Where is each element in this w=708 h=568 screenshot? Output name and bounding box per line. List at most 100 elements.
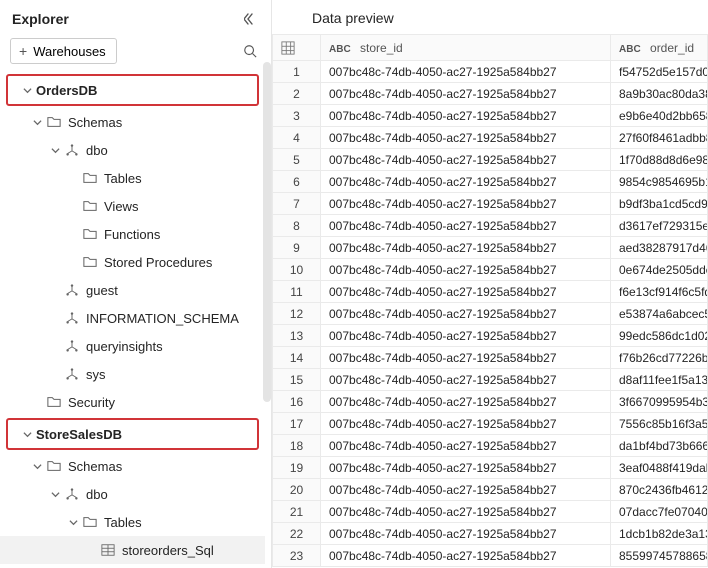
tree-db-node[interactable]: OrdersDB	[8, 76, 257, 104]
tree-node[interactable]: Security	[0, 388, 265, 416]
table-row[interactable]: 3007bc48c-74db-4050-ac27-1925a584bb27e9b…	[273, 105, 708, 127]
cell-store-id: 007bc48c-74db-4050-ac27-1925a584bb27	[321, 215, 611, 237]
tree-node[interactable]: storeorders_Sql	[0, 536, 265, 564]
table-row[interactable]: 22007bc48c-74db-4050-ac27-1925a584bb271d…	[273, 523, 708, 545]
table-row[interactable]: 12007bc48c-74db-4050-ac27-1925a584bb27e5…	[273, 303, 708, 325]
table-row[interactable]: 17007bc48c-74db-4050-ac27-1925a584bb2775…	[273, 413, 708, 435]
object-tree[interactable]: OrdersDBSchemasdboTablesViewsFunctionsSt…	[0, 72, 271, 568]
table-row[interactable]: 9007bc48c-74db-4050-ac27-1925a584bb27aed…	[273, 237, 708, 259]
cell-store-id: 007bc48c-74db-4050-ac27-1925a584bb27	[321, 127, 611, 149]
cell-order-id: 07dacc7fe07040f20	[611, 501, 708, 523]
tree-node[interactable]: Schemas	[0, 452, 265, 480]
tree-node[interactable]: queryinsights	[0, 332, 265, 360]
cell-order-id: 8a9b30ac80da3860	[611, 83, 708, 105]
search-button[interactable]	[239, 40, 261, 62]
cell-order-id: e9b6e40d2bb65861	[611, 105, 708, 127]
tree-node[interactable]: Schemas	[0, 108, 265, 136]
tree-node[interactable]: INFORMATION_SCHEMA	[0, 304, 265, 332]
tree-node[interactable]: Tables	[0, 164, 265, 192]
folder-icon	[82, 226, 98, 242]
tree-node-label: queryinsights	[86, 339, 163, 354]
folder-icon	[82, 198, 98, 214]
tree-node[interactable]: Stored Procedures	[0, 248, 265, 276]
explorer-scrollbar[interactable]	[263, 62, 271, 402]
cell-store-id: 007bc48c-74db-4050-ac27-1925a584bb27	[321, 435, 611, 457]
cell-order-id: f6e13cf914f6c5fdc	[611, 281, 708, 303]
cell-order-id: 8559974578865805	[611, 545, 708, 567]
tree-node-label: Views	[104, 199, 138, 214]
table-row[interactable]: 6007bc48c-74db-4050-ac27-1925a584bb27985…	[273, 171, 708, 193]
table-row[interactable]: 10007bc48c-74db-4050-ac27-1925a584bb270e…	[273, 259, 708, 281]
row-number-cell: 16	[273, 391, 321, 413]
collapse-explorer-button[interactable]	[241, 10, 259, 28]
explorer-panel: Explorer + Warehouses OrdersDB Schemas dbo…	[0, 0, 272, 568]
tree-node[interactable]: guest	[0, 276, 265, 304]
tree-node-label: Tables	[104, 171, 142, 186]
table-row[interactable]: 15007bc48c-74db-4050-ac27-1925a584bb27d8…	[273, 369, 708, 391]
folder-icon	[46, 458, 62, 474]
tree-node[interactable]: Tables	[0, 508, 265, 536]
cell-order-id: f54752d5e157d03f	[611, 61, 708, 83]
chevron-down-icon[interactable]	[20, 83, 34, 97]
table-row[interactable]: 7007bc48c-74db-4050-ac27-1925a584bb27b9d…	[273, 193, 708, 215]
schema-icon	[64, 366, 80, 382]
table-row[interactable]: 1007bc48c-74db-4050-ac27-1925a584bb27f54…	[273, 61, 708, 83]
chevron-down-icon[interactable]	[30, 115, 44, 129]
cell-order-id: d8af11fee1f5a13bf	[611, 369, 708, 391]
table-row[interactable]: 14007bc48c-74db-4050-ac27-1925a584bb27f7…	[273, 347, 708, 369]
table-row[interactable]: 20007bc48c-74db-4050-ac27-1925a584bb2787…	[273, 479, 708, 501]
chevron-down-icon[interactable]	[48, 487, 62, 501]
row-number-cell: 15	[273, 369, 321, 391]
table-row[interactable]: 5007bc48c-74db-4050-ac27-1925a584bb271f7…	[273, 149, 708, 171]
chevron-down-icon[interactable]	[48, 143, 62, 157]
cell-store-id: 007bc48c-74db-4050-ac27-1925a584bb27	[321, 105, 611, 127]
row-number-cell: 22	[273, 523, 321, 545]
cell-order-id: 0e674de2505ddeb1	[611, 259, 708, 281]
column-header-order-id[interactable]: ABC order_id	[611, 35, 708, 61]
row-number-cell: 4	[273, 127, 321, 149]
search-icon	[243, 44, 257, 58]
tree-node[interactable]: dbo	[0, 136, 265, 164]
table-row[interactable]: 23007bc48c-74db-4050-ac27-1925a584bb2785…	[273, 545, 708, 567]
schema-icon	[64, 338, 80, 354]
cell-store-id: 007bc48c-74db-4050-ac27-1925a584bb27	[321, 149, 611, 171]
cell-store-id: 007bc48c-74db-4050-ac27-1925a584bb27	[321, 237, 611, 259]
column-header-store-id[interactable]: ABC store_id	[321, 35, 611, 61]
chevron-down-icon[interactable]	[30, 459, 44, 473]
tree-node[interactable]: Functions	[0, 220, 265, 248]
warehouses-button[interactable]: + Warehouses	[10, 38, 117, 64]
tree-node[interactable]: sys	[0, 360, 265, 388]
column-type-badge: ABC	[329, 44, 351, 55]
cell-order-id: aed38287917d46c0	[611, 237, 708, 259]
table-row[interactable]: 8007bc48c-74db-4050-ac27-1925a584bb27d36…	[273, 215, 708, 237]
tree-node-label: guest	[86, 283, 118, 298]
cell-store-id: 007bc48c-74db-4050-ac27-1925a584bb27	[321, 303, 611, 325]
table-row[interactable]: 16007bc48c-74db-4050-ac27-1925a584bb273f…	[273, 391, 708, 413]
table-row[interactable]: 18007bc48c-74db-4050-ac27-1925a584bb27da…	[273, 435, 708, 457]
chevron-down-icon[interactable]	[20, 427, 34, 441]
table-row[interactable]: 2007bc48c-74db-4050-ac27-1925a584bb278a9…	[273, 83, 708, 105]
tree-node[interactable]: dbo	[0, 480, 265, 508]
row-number-header[interactable]	[273, 35, 321, 61]
cell-order-id: f76b26cd77226ba5	[611, 347, 708, 369]
tree-node-label: dbo	[86, 487, 108, 502]
data-grid[interactable]: ABC store_id ABC order_id 1007bc48c-74db…	[272, 34, 708, 568]
explorer-title: Explorer	[12, 11, 69, 27]
table-row[interactable]: 19007bc48c-74db-4050-ac27-1925a584bb273e…	[273, 457, 708, 479]
tree-node[interactable]: Views	[0, 192, 265, 220]
cell-store-id: 007bc48c-74db-4050-ac27-1925a584bb27	[321, 413, 611, 435]
cell-order-id: d3617ef729315e39	[611, 215, 708, 237]
tree-node-label: Security	[68, 395, 115, 410]
tree-node-label: dbo	[86, 143, 108, 158]
tree-db-node[interactable]: StoreSalesDB	[8, 420, 257, 448]
table-row[interactable]: 4007bc48c-74db-4050-ac27-1925a584bb2727f…	[273, 127, 708, 149]
cell-order-id: 870c2436fb461222	[611, 479, 708, 501]
tree-node-label: storeorders_Sql	[122, 543, 214, 558]
tree-node-label: Tables	[104, 515, 142, 530]
table-row[interactable]: 21007bc48c-74db-4050-ac27-1925a584bb2707…	[273, 501, 708, 523]
table-row[interactable]: 11007bc48c-74db-4050-ac27-1925a584bb27f6…	[273, 281, 708, 303]
chevron-down-icon[interactable]	[66, 515, 80, 529]
tree-node-label: sys	[86, 367, 106, 382]
cell-store-id: 007bc48c-74db-4050-ac27-1925a584bb27	[321, 545, 611, 567]
table-row[interactable]: 13007bc48c-74db-4050-ac27-1925a584bb2799…	[273, 325, 708, 347]
